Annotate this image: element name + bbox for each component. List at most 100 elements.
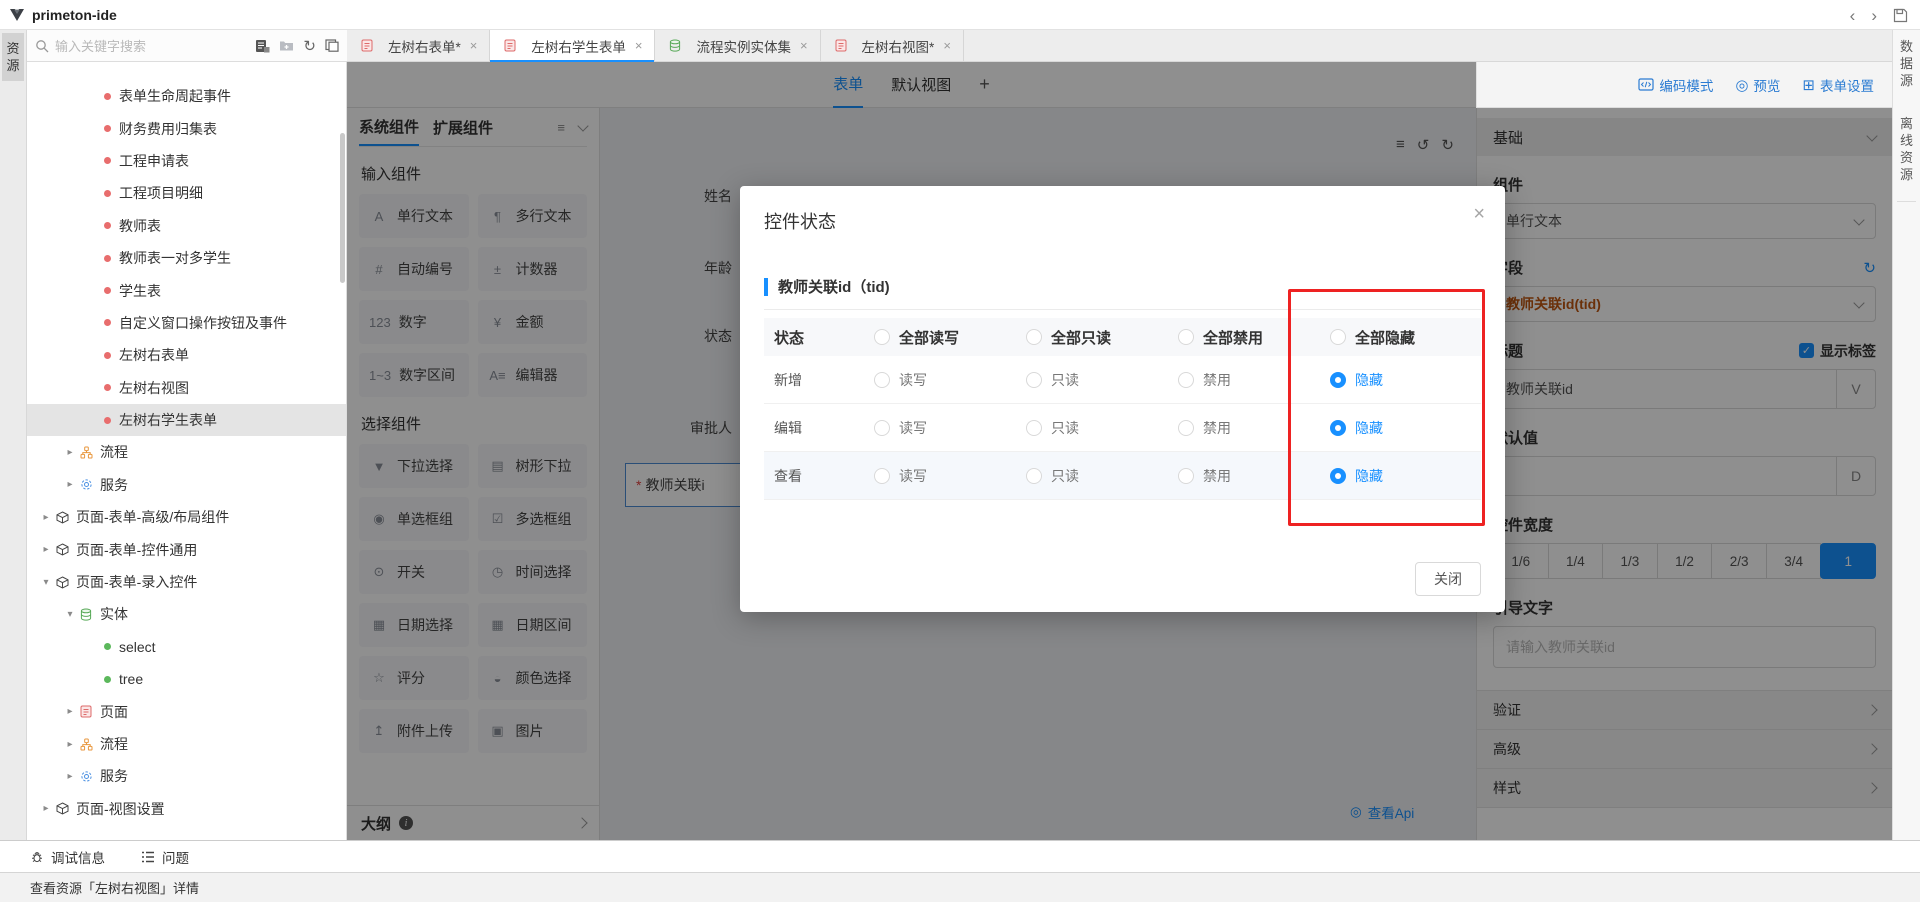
tab-resources[interactable]: 资源 <box>2 33 24 81</box>
option-编辑-读写[interactable]: 读写 <box>874 418 1026 438</box>
import-resource-icon[interactable] <box>255 39 270 53</box>
tree-item-页面[interactable]: ▸页面 <box>27 695 346 727</box>
radio-unselected-icon[interactable] <box>1178 468 1194 484</box>
tree-item-label: 实体 <box>100 604 128 624</box>
radio-unselected-icon[interactable] <box>874 372 890 388</box>
tree-item-财务费用归集表[interactable]: 财务费用归集表 <box>27 112 346 144</box>
close-tab-icon[interactable]: × <box>943 38 951 53</box>
tree-item-服务[interactable]: ▸服务 <box>27 760 346 792</box>
radio-unselected-icon[interactable] <box>1026 372 1042 388</box>
tab-offline-resources[interactable]: 离线资源 <box>1893 115 1920 183</box>
tree-item-label: 左树右学生表单 <box>119 410 217 430</box>
tree-item-select[interactable]: select <box>27 631 346 663</box>
tree-item-页面-表单-高级/布局组件[interactable]: ▸页面-表单-高级/布局组件 <box>27 501 346 533</box>
tree-scrollbar[interactable] <box>340 133 345 283</box>
option-查看-只读[interactable]: 只读 <box>1026 466 1178 486</box>
radio-unselected-icon[interactable] <box>1178 420 1194 436</box>
action-编码模式[interactable]: 编码模式 <box>1638 75 1713 95</box>
action-表单设置[interactable]: ⊞表单设置 <box>1802 75 1874 95</box>
bug-icon <box>30 850 44 864</box>
option-查看-读写[interactable]: 读写 <box>874 466 1026 486</box>
tree-item-服务[interactable]: ▸服务 <box>27 469 346 501</box>
tree-collapsed-icon[interactable]: ▸ <box>38 803 54 814</box>
tree-expanded-icon[interactable]: ▾ <box>38 577 54 588</box>
close-tab-icon[interactable]: × <box>800 38 808 53</box>
radio-unselected-icon[interactable] <box>1026 468 1042 484</box>
option-label: 禁用 <box>1203 370 1231 390</box>
tree-item-自定义窗口操作按钮及事件[interactable]: 自定义窗口操作按钮及事件 <box>27 307 346 339</box>
option-新增-只读[interactable]: 只读 <box>1026 370 1178 390</box>
tree-item-教师表一对多学生[interactable]: 教师表一对多学生 <box>27 242 346 274</box>
tree-item-工程项目明细[interactable]: 工程项目明细 <box>27 177 346 209</box>
action-预览[interactable]: ◎预览 <box>1735 75 1780 95</box>
radio-unselected-icon[interactable] <box>874 420 890 436</box>
tree-item-流程[interactable]: ▸流程 <box>27 728 346 760</box>
tree-collapsed-icon[interactable]: ▸ <box>62 447 78 458</box>
editor-tab-1[interactable]: 左树右表单*× <box>347 30 490 61</box>
tree-item-页面-视图设置[interactable]: ▸页面-视图设置 <box>27 793 346 825</box>
code-icon <box>1638 78 1654 91</box>
tree-item-工程申请表[interactable]: 工程申请表 <box>27 145 346 177</box>
radio-unselected-icon[interactable] <box>1178 372 1194 388</box>
tree-item-label: 左树右视图 <box>119 378 189 398</box>
search-input[interactable]: 输入关键字搜索 <box>55 36 255 55</box>
radio-unselected-icon[interactable] <box>1026 329 1042 345</box>
strip-tab-label: 数据源 <box>1899 38 1915 89</box>
collapse-panel-icon[interactable] <box>325 39 339 52</box>
option-编辑-只读[interactable]: 只读 <box>1026 418 1178 438</box>
tree-item-流程[interactable]: ▸流程 <box>27 436 346 468</box>
tree-item-label: 自定义窗口操作按钮及事件 <box>119 313 287 333</box>
radio-unselected-icon[interactable] <box>1026 420 1042 436</box>
nav-back-icon[interactable]: ‹ <box>1850 7 1856 24</box>
radio-unselected-icon[interactable] <box>874 468 890 484</box>
editor-tab-2[interactable]: 左树右学生表单× <box>490 30 655 61</box>
close-tab-icon[interactable]: × <box>470 38 478 53</box>
tree-collapsed-icon[interactable]: ▸ <box>38 544 54 555</box>
tree-collapsed-icon[interactable]: ▸ <box>62 771 78 782</box>
tree-item-label: tree <box>119 671 143 687</box>
close-button[interactable]: 关闭 <box>1415 562 1481 596</box>
close-icon[interactable]: × <box>1473 204 1485 224</box>
status-text: 查看资源「左树右视图」详情 <box>30 878 199 897</box>
titlebar-actions: ‹ › <box>1850 0 1908 30</box>
status-dot-icon <box>104 643 111 650</box>
tree-item-页面-表单-控件通用[interactable]: ▸页面-表单-控件通用 <box>27 533 346 565</box>
tree-collapsed-icon[interactable]: ▸ <box>38 512 54 523</box>
tree-item-左树右表单[interactable]: 左树右表单 <box>27 339 346 371</box>
tree-collapsed-icon[interactable]: ▸ <box>62 479 78 490</box>
tab-data-source[interactable]: 数据源 <box>1893 38 1920 89</box>
resource-tree-panel: 表单生命周起事件财务费用归集表工程申请表工程项目明细教师表教师表一对多学生学生表… <box>27 62 347 840</box>
tree-collapsed-icon[interactable]: ▸ <box>62 739 78 750</box>
nav-forward-icon[interactable]: › <box>1871 7 1877 24</box>
debug-item-label: 调试信息 <box>51 847 105 867</box>
cube-icon <box>54 802 70 815</box>
debug-bar-调试信息[interactable]: 调试信息 <box>30 847 105 867</box>
editor-tab-4[interactable]: 左树右视图*× <box>821 30 964 61</box>
close-tab-icon[interactable]: × <box>635 38 643 53</box>
refresh-icon[interactable]: ↻ <box>303 37 316 55</box>
status-dot-icon <box>104 352 111 359</box>
new-folder-icon[interactable] <box>279 39 294 52</box>
tree-item-教师表[interactable]: 教师表 <box>27 210 346 242</box>
debug-bar-问题[interactable]: 问题 <box>141 847 189 867</box>
tree-item-实体[interactable]: ▾ 实体 <box>27 598 346 630</box>
column-header-全部只读[interactable]: 全部只读 <box>1026 327 1178 348</box>
tree-item-左树右视图[interactable]: 左树右视图 <box>27 372 346 404</box>
tree-item-表单生命周起事件[interactable]: 表单生命周起事件 <box>27 80 346 112</box>
tree-expanded-icon[interactable]: ▾ <box>62 609 78 620</box>
tree-collapsed-icon[interactable]: ▸ <box>62 706 78 717</box>
tree-item-label: select <box>119 639 156 655</box>
tree-item-页面-表单-录入控件[interactable]: ▾页面-表单-录入控件 <box>27 566 346 598</box>
radio-unselected-icon[interactable] <box>874 329 890 345</box>
radio-unselected-icon[interactable] <box>1178 329 1194 345</box>
editor-tab-3[interactable]: 流程实例实体集 × <box>655 30 820 61</box>
option-label: 禁用 <box>1203 466 1231 486</box>
column-header-全部读写[interactable]: 全部读写 <box>874 327 1026 348</box>
tree-item-左树右学生表单[interactable]: 左树右学生表单 <box>27 404 346 436</box>
option-新增-读写[interactable]: 读写 <box>874 370 1026 390</box>
save-icon[interactable] <box>1893 8 1908 23</box>
editor-tab-label: 流程实例实体集 <box>696 36 791 56</box>
tree-item-学生表[interactable]: 学生表 <box>27 274 346 306</box>
status-dot-icon <box>104 319 111 326</box>
tree-item-tree[interactable]: tree <box>27 663 346 695</box>
